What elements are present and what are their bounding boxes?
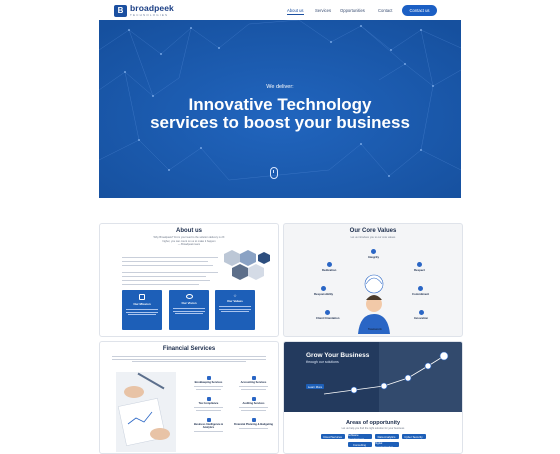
opportunity-tags: Cloud Services Software Development Data… (318, 433, 428, 449)
logo[interactable]: B broadpeek TECHNOLOGIES (114, 4, 174, 17)
logo-mark-icon: B (114, 4, 127, 17)
opportunity-title: Areas of opportunity (345, 420, 401, 426)
opportunity-subtitle: Let us help you find the right solution … (341, 427, 405, 430)
core-values-card: Our Core Values Let us introduce you to … (283, 223, 463, 337)
teamwork-label: Teamwork (368, 327, 382, 331)
dedication-item: Dedication (322, 262, 336, 272)
logo-tagline: TECHNOLOGIES (130, 12, 169, 17)
about-hexagon-image (224, 250, 270, 280)
financial-hands-image (116, 372, 176, 452)
flag-icon (139, 294, 145, 300)
service-planning-label: Financial Planning & Budgeting (233, 423, 274, 426)
hero-title-line-2: services to boost your business (150, 113, 410, 132)
tag-data-analytics[interactable]: Data Analytics (374, 434, 399, 439)
values-title: Our Values (227, 299, 243, 303)
about-title: About us (176, 228, 202, 234)
star-icon: ☆ (233, 293, 237, 298)
service-auditing[interactable]: Auditing Services (233, 397, 274, 412)
core-values-subtitle: Let us introduce you to our core values (350, 236, 396, 239)
tag-software-development[interactable]: Software Development (347, 433, 372, 441)
innovation-item: Innovation (414, 310, 428, 320)
service-bi-label: Business Intelligence & Analytics (193, 423, 224, 429)
nav-services[interactable]: Services (315, 8, 331, 13)
financial-title: Financial Services (162, 346, 216, 352)
tax-icon (206, 397, 211, 401)
service-bookkeeping-label: Bookkeeping Services (194, 381, 223, 384)
service-accounting-label: Accounting Services (240, 381, 267, 384)
about-quote-author: — Broadpeek team (177, 243, 201, 247)
analytics-icon (206, 418, 211, 422)
planning-icon (251, 418, 256, 422)
grow-subtitle: through our solutions (306, 360, 339, 364)
tag-cyber-security[interactable]: Cyber Security (401, 434, 426, 439)
service-auditing-label: Auditing Services (242, 402, 265, 405)
learn-more-button[interactable]: Learn More (306, 384, 324, 389)
commitment-item: Commitment (412, 286, 429, 296)
respect-label: Respect (414, 268, 425, 272)
service-tax[interactable]: Tax Compliance (188, 397, 229, 412)
mouse-scroll-icon[interactable] (270, 167, 278, 179)
service-planning[interactable]: Financial Planning & Budgeting (233, 418, 274, 434)
about-text-block (122, 254, 218, 288)
financial-intro (112, 354, 266, 364)
mouse-scroll-wheel (273, 170, 274, 173)
auditing-icon (251, 397, 256, 401)
dedication-label: Dedication (322, 268, 337, 272)
logo-text: broadpeek TECHNOLOGIES (130, 4, 174, 17)
nav-about-us[interactable]: About us (287, 8, 304, 15)
nav-contact[interactable]: Contact (378, 8, 392, 13)
grow-business-card: Grow Your Business through our solutions… (283, 341, 463, 454)
heart-icon (416, 262, 422, 267)
service-bookkeeping[interactable]: Bookkeeping Services (188, 376, 229, 391)
responsibility-item: Responsibility (314, 286, 333, 296)
tag-consulting[interactable]: Consulting (347, 442, 372, 447)
nav-opportunities[interactable]: Opportunities (340, 8, 365, 13)
innovation-label: Innovation (414, 316, 429, 320)
lightbulb-icon (418, 310, 424, 315)
eye-icon (185, 294, 193, 299)
vision-title: Our Vision (181, 301, 197, 305)
about-quote: Why Broadpeek? From your lead to the sol… (120, 236, 258, 247)
logo-name: broadpeek (130, 3, 174, 14)
responsibility-icon (321, 286, 327, 291)
integrity-label: Integrity (368, 255, 380, 259)
teamwork-item: Teamwork (368, 327, 382, 331)
respect-item: Respect (414, 262, 425, 272)
about-vision-box: Our Vision (169, 290, 209, 330)
accounting-icon (251, 376, 256, 380)
commitment-label: Commitment (412, 292, 430, 296)
tag-cloud-services[interactable]: Cloud Services (320, 434, 345, 439)
core-values-title: Our Core Values (349, 228, 397, 234)
integrity-item: Integrity (368, 249, 379, 259)
financial-services-grid: Bookkeeping Services Accounting Services… (188, 376, 274, 434)
grow-title: Grow Your Business (306, 352, 370, 359)
hero-section: We deliver: Innovative Technology servic… (99, 20, 461, 198)
integrity-icon (371, 249, 377, 254)
service-tax-label: Tax Compliance (198, 402, 219, 405)
bookkeeping-icon (206, 376, 211, 380)
hero-subtitle: We deliver: (266, 84, 294, 90)
about-mission-box: Our Mission (122, 290, 162, 330)
hero-title-line-1: Innovative Technology (188, 95, 372, 114)
dedication-icon (326, 262, 332, 267)
thinking-person-illustration (358, 274, 390, 334)
about-us-card: About us Why Broadpeek? From your lead t… (99, 223, 279, 337)
client-orientation-label: Client Orientation (316, 316, 340, 320)
contact-us-button[interactable]: Contact us (402, 5, 437, 16)
top-navbar (0, 0, 560, 20)
commitment-icon (418, 286, 424, 291)
hero-title: Innovative Technology services to boost … (99, 96, 461, 132)
service-accounting[interactable]: Accounting Services (233, 376, 274, 391)
financial-services-card: Financial Services Bookkeeping Services … (99, 341, 279, 454)
client-orientation-item: Client Orientation (316, 310, 339, 320)
mission-title: Our Mission (133, 302, 151, 306)
tag-digital-transformation[interactable]: Digital Transformation (374, 441, 399, 449)
client-icon (325, 310, 331, 315)
service-bi[interactable]: Business Intelligence & Analytics (188, 418, 229, 434)
responsibility-label: Responsibility (314, 292, 334, 296)
about-values-box: ☆ Our Values (215, 290, 255, 330)
